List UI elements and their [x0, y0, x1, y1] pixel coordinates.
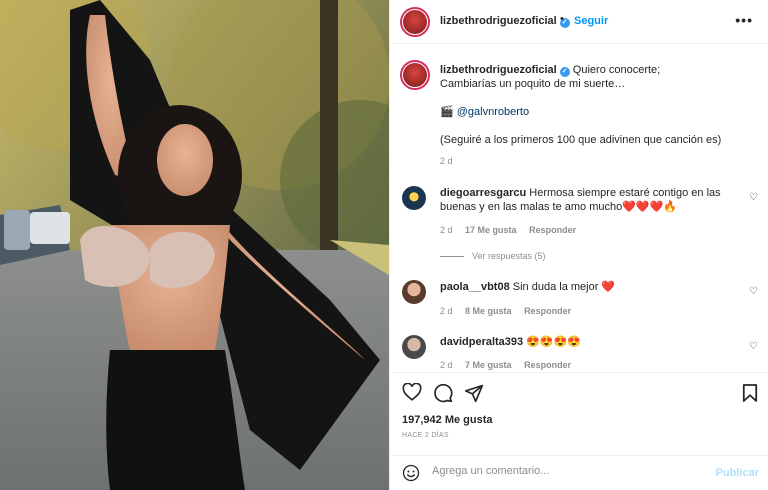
header-separator-dot: • — [560, 13, 564, 25]
post-detail-panel: lizbethrodriguezoficial ✓ • Seguir ••• li… — [389, 0, 768, 490]
comment-time: 2 d — [440, 306, 453, 316]
save-bookmark-icon[interactable] — [742, 383, 758, 403]
caption-line-1: Quiero conocerte; — [572, 64, 661, 76]
post-age: HACE 2 DÍAS — [402, 432, 449, 439]
reply-button[interactable]: Responder — [529, 225, 576, 235]
caption-line-4: (Seguiré a los primeros 100 que adivinen… — [440, 134, 722, 146]
comment-avatar[interactable] — [402, 335, 426, 359]
comment-username[interactable]: davidperalta393 — [440, 336, 523, 348]
post-caption: lizbethrodriguezoficial ✓ Quiero conocert… — [440, 63, 740, 147]
comment-time: 2 d — [440, 360, 453, 370]
replies-divider — [440, 256, 464, 258]
comment-avatar[interactable] — [402, 186, 426, 210]
clapperboard-icon: 🎬 — [440, 106, 454, 118]
verified-badge-icon: ✓ — [559, 67, 570, 77]
follow-button[interactable]: Seguir — [574, 15, 608, 27]
comment-meta: 2 d 17 Me gusta Responder — [440, 225, 576, 235]
post-header: lizbethrodriguezoficial ✓ • Seguir ••• — [390, 0, 768, 44]
comment-avatar[interactable] — [402, 280, 426, 304]
comment-like-heart-icon[interactable]: ♡ — [749, 286, 758, 297]
caption-username[interactable]: lizbethrodriguezoficial — [440, 64, 557, 76]
caption-avatar[interactable] — [400, 60, 430, 90]
publish-button[interactable]: Publicar — [716, 467, 759, 479]
emoji-icon[interactable] — [402, 464, 420, 482]
post-actions — [390, 372, 768, 408]
share-send-icon[interactable] — [464, 383, 484, 403]
author-avatar[interactable] — [400, 7, 430, 37]
comment-bubble-icon[interactable] — [433, 383, 453, 403]
post-photo-image — [0, 0, 389, 490]
view-replies-label: Ver respuestas (5) — [472, 251, 546, 261]
reply-button[interactable]: Responder — [524, 306, 571, 316]
header-username-link[interactable]: lizbethrodriguezoficial ✓ — [440, 15, 570, 28]
comment-text: 😍😍😍😍 — [526, 336, 582, 348]
caption-line-2: Cambiarías un poquito de mi suerte… — [440, 78, 626, 90]
comment-input[interactable] — [432, 465, 692, 477]
header-username: lizbethrodriguezoficial — [440, 15, 557, 27]
post-photo[interactable] — [0, 0, 389, 490]
reply-button[interactable]: Responder — [524, 360, 571, 370]
caption-time: 2 d — [440, 156, 453, 166]
more-options-icon[interactable]: ••• — [735, 12, 753, 28]
add-comment-bar: Publicar — [390, 455, 768, 490]
like-heart-icon[interactable] — [402, 383, 422, 401]
comment-username[interactable]: paola__vbt08 — [440, 281, 510, 293]
comment-time: 2 d — [440, 225, 453, 235]
comment-meta: 2 d 8 Me gusta Responder — [440, 306, 571, 316]
comment-likes[interactable]: 8 Me gusta — [465, 306, 512, 316]
comment-likes[interactable]: 17 Me gusta — [465, 225, 517, 235]
comment-like-heart-icon[interactable]: ♡ — [749, 192, 758, 203]
comment-meta: 2 d 7 Me gusta Responder — [440, 360, 571, 370]
comment-like-heart-icon[interactable]: ♡ — [749, 341, 758, 352]
view-replies-button[interactable]: Ver respuestas (5) — [440, 251, 546, 261]
likes-count[interactable]: 197,942 Me gusta — [402, 414, 493, 426]
comment-item: diegoarresgarcu Hermosa siempre estaré c… — [440, 186, 740, 214]
comment-item: paola__vbt08 Sin duda la mejor ❤️ — [440, 280, 740, 294]
comment-text: Sin duda la mejor ❤️ — [512, 281, 616, 293]
comment-username[interactable]: diegoarresgarcu — [440, 187, 526, 199]
comment-item: davidperalta393 😍😍😍😍 — [440, 335, 740, 349]
photo-credit-link[interactable]: @galvnroberto — [457, 106, 529, 118]
comment-likes[interactable]: 7 Me gusta — [465, 360, 512, 370]
